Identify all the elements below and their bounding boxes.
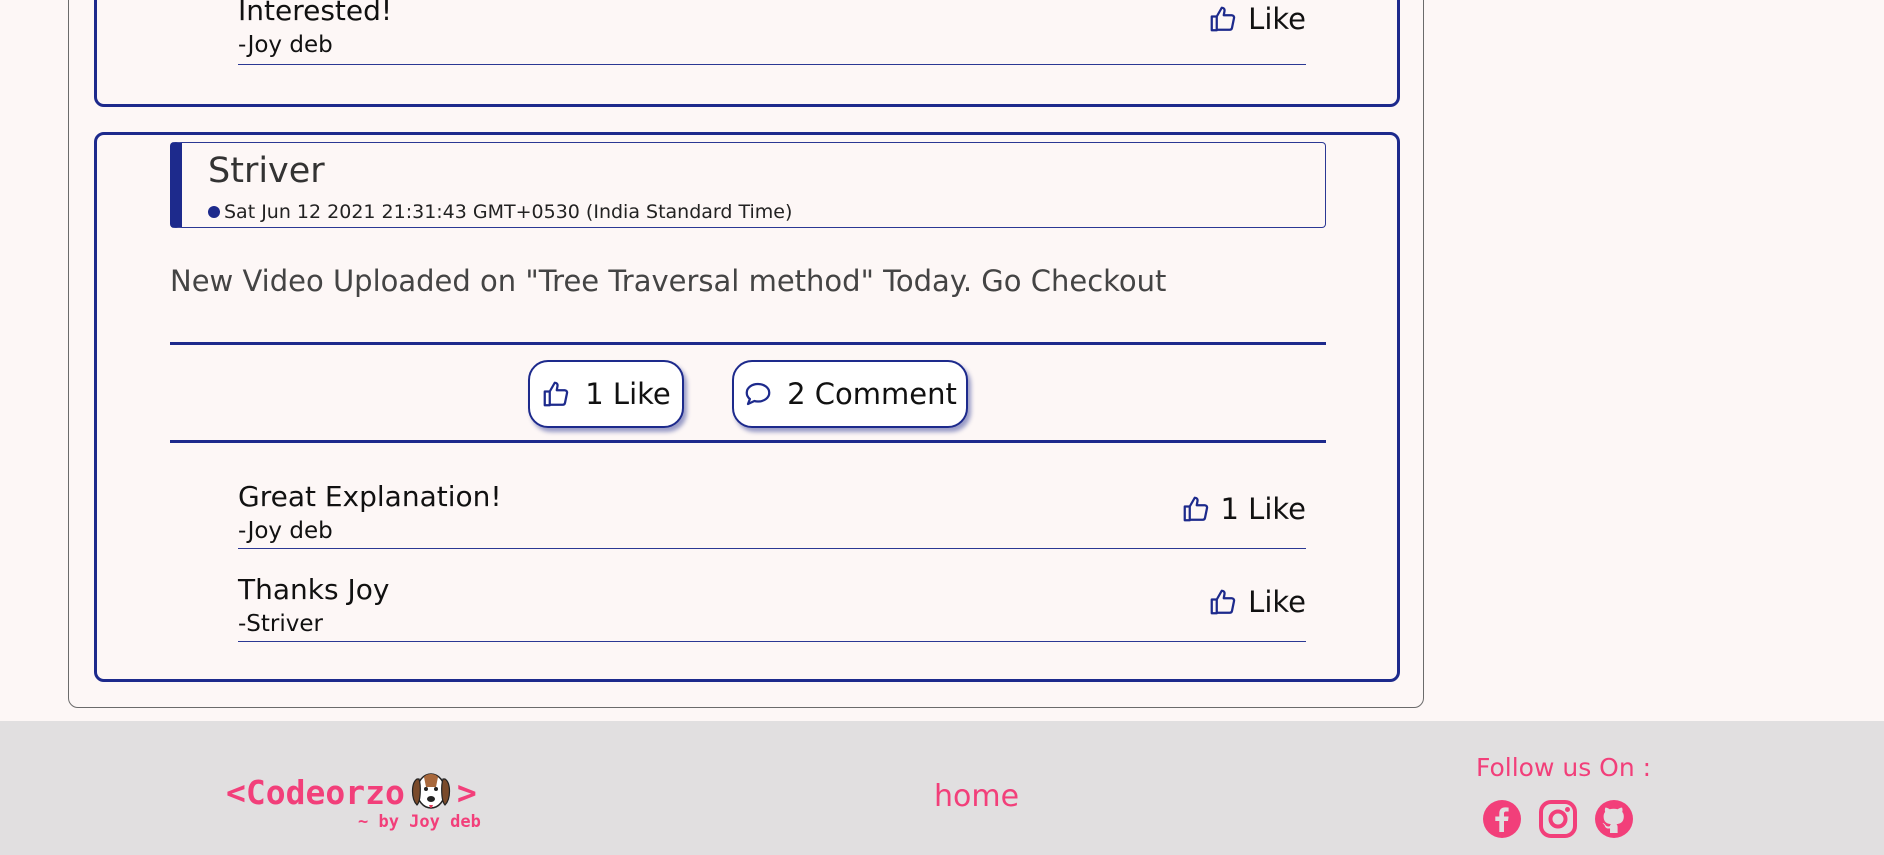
comment-text: Interested!	[238, 0, 393, 27]
divider	[170, 440, 1326, 443]
post-like-label: 1 Like	[585, 377, 671, 411]
footer: <Codeorzo > ~ by Joy deb home Follow us …	[0, 721, 1884, 855]
comment-author: -Joy deb	[238, 32, 333, 58]
thumbs-up-icon	[1208, 4, 1238, 34]
comment-item: Thanks Joy -Striver Like	[238, 573, 1306, 642]
comment-text: Thanks Joy	[238, 573, 390, 606]
brand-byline: ~ by Joy deb	[358, 812, 481, 832]
comment-text: Great Explanation!	[238, 480, 502, 513]
comment-author: -Joy deb	[238, 518, 333, 544]
follow-label: Follow us On :	[1476, 753, 1652, 782]
post-body: New Video Uploaded on "Tree Traversal me…	[170, 264, 1167, 298]
brand-logo[interactable]: <Codeorzo >	[226, 769, 477, 815]
post-header: Striver Sat Jun 12 2021 21:31:43 GMT+053…	[170, 142, 1326, 228]
post-author: Striver	[208, 151, 325, 191]
thumbs-up-icon	[1181, 494, 1211, 524]
facebook-icon[interactable]	[1482, 799, 1522, 839]
thumbs-up-icon	[541, 379, 571, 409]
post-like-button[interactable]: 1 Like	[528, 360, 684, 428]
post-comment-button[interactable]: 2 Comment	[732, 360, 968, 428]
comment-like-label: Like	[1248, 2, 1306, 36]
comment-like-button[interactable]: 1 Like	[1181, 492, 1307, 526]
post-comment-label: 2 Comment	[787, 377, 957, 411]
social-links	[1482, 799, 1634, 839]
comment-like-label: 1 Like	[1220, 492, 1307, 526]
divider	[170, 342, 1326, 345]
brand-name: <Codeorzo	[226, 772, 405, 812]
brand-close: >	[456, 772, 477, 812]
instagram-icon[interactable]	[1538, 799, 1578, 839]
comment-item: Great Explanation! -Joy deb 1 Like	[238, 480, 1306, 549]
comment-like-button[interactable]: Like	[1208, 2, 1306, 36]
dog-logo-icon	[409, 769, 453, 815]
comment-item: Interested! -Joy deb Like	[238, 0, 1306, 65]
post-date: Sat Jun 12 2021 21:31:43 GMT+0530 (India…	[208, 201, 792, 223]
github-icon[interactable]	[1594, 799, 1634, 839]
comment-author: -Striver	[238, 611, 323, 637]
thumbs-up-icon	[1208, 587, 1238, 617]
post-date-text: Sat Jun 12 2021 21:31:43 GMT+0530 (India…	[224, 201, 793, 223]
chat-bubble-icon	[743, 379, 773, 409]
comment-like-button[interactable]: Like	[1208, 585, 1306, 619]
bullet-dot-icon	[208, 206, 220, 218]
comment-like-label: Like	[1248, 585, 1306, 619]
nav-home-link[interactable]: home	[934, 779, 1019, 814]
